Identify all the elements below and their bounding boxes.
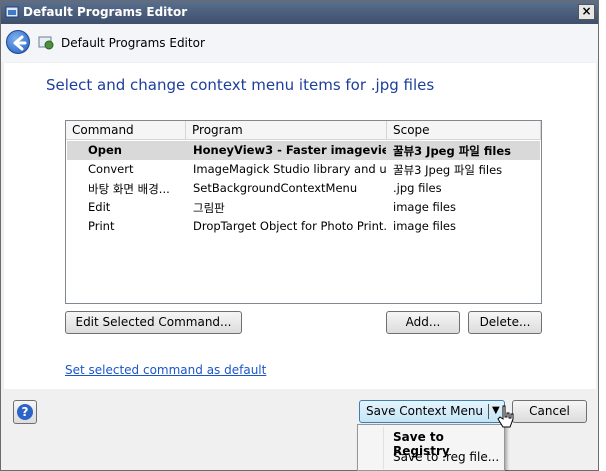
cell-program: ImageMagick Studio library and u... [193,162,386,176]
back-button[interactable] [6,30,30,54]
split-divider [488,404,489,419]
cell-command: Edit [88,200,111,214]
cell-program: 그림판 [193,201,225,215]
main-window: Default Programs Editor × Default Progra… [0,0,599,471]
set-default-link[interactable]: Set selected command as default [65,363,266,377]
table-row[interactable]: Print DropTarget Object for Photo Print.… [67,217,540,236]
table-row[interactable]: 바탕 화면 배경... SetBackgroundContextMenu .jp… [67,179,540,198]
cancel-button[interactable]: Cancel [512,400,587,423]
window-title: Default Programs Editor [23,5,188,19]
cell-command: Convert [88,162,134,176]
cell-scope: 꿀뷰3 Jpeg 파일 files [393,144,511,158]
cell-command: Open [88,143,122,157]
cell-command: 바탕 화면 배경... [88,182,170,196]
close-button[interactable]: × [578,4,595,20]
cell-scope: image files [393,219,456,233]
column-header-command[interactable]: Command [66,121,186,140]
cell-scope: 꿀뷰3 Jpeg 파일 files [393,163,503,177]
save-context-menu-button[interactable]: Save Context Menu ▼ [359,400,505,423]
table-row[interactable]: Edit 그림판 image files [67,198,540,217]
column-header-program[interactable]: Program [186,121,387,140]
default-programs-icon [38,36,54,50]
menu-gutter [383,427,384,469]
title-bar: Default Programs Editor × [1,1,598,24]
navigation-bar: Default Programs Editor [1,24,598,62]
delete-button[interactable]: Delete... [468,311,542,334]
cell-program: DropTarget Object for Photo Print... [193,219,386,233]
mouse-cursor-icon [497,405,514,428]
app-icon [5,6,19,18]
save-dropdown-menu: Save to Registry Save to .reg file... [357,424,505,471]
menu-item-save-to-reg-file[interactable]: Save to .reg file... [393,450,499,464]
help-button[interactable]: ? [13,400,37,424]
table-row[interactable]: Open HoneyView3 - Faster imagevie... 꿀뷰3… [67,141,540,160]
context-menu-list[interactable]: Command Program Scope Open HoneyView3 - … [65,120,542,304]
cell-command: Print [88,219,115,233]
help-icon: ? [17,404,33,420]
cell-scope: .jpg files [393,181,442,195]
edit-selected-command-button[interactable]: Edit Selected Command... [65,311,242,334]
table-row[interactable]: Convert ImageMagick Studio library and u… [67,160,540,179]
nav-title: Default Programs Editor [61,36,205,50]
column-header-scope[interactable]: Scope [387,121,541,140]
page-heading: Select and change context menu items for… [46,76,435,94]
content-panel: Select and change context menu items for… [4,63,596,389]
cell-program: SetBackgroundContextMenu [193,181,358,195]
back-arrow-icon [13,35,27,51]
cell-scope: image files [393,200,456,214]
save-context-menu-label: Save Context Menu [366,404,484,418]
cell-program: HoneyView3 - Faster imagevie... [193,143,386,157]
add-button[interactable]: Add... [386,311,460,334]
